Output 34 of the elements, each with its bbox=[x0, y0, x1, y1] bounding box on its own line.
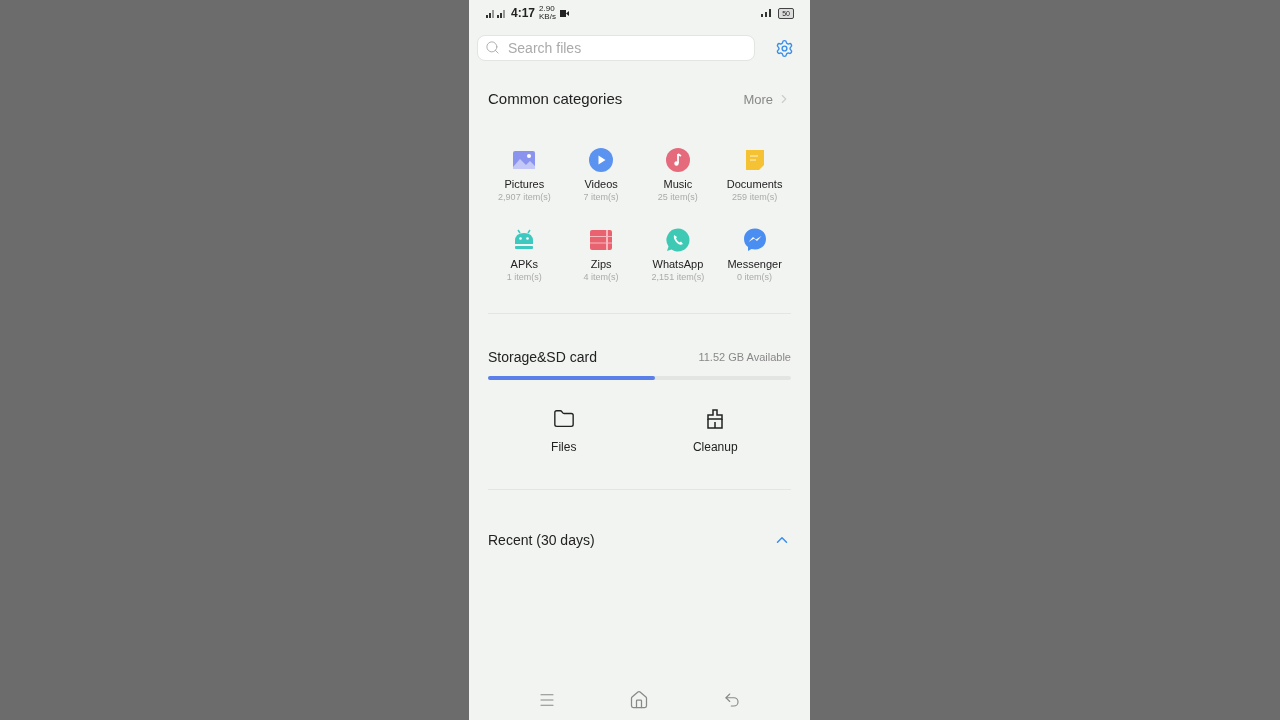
play-icon bbox=[588, 146, 615, 173]
signal-icon bbox=[485, 7, 507, 19]
settings-icon bbox=[775, 38, 794, 58]
folder-icon bbox=[552, 407, 575, 430]
back-arrow-icon bbox=[723, 691, 742, 709]
category-tile[interactable]: Videos 7 item(s) bbox=[562, 146, 640, 203]
status-time: 4:17 bbox=[511, 5, 536, 22]
category-tile[interactable]: Messenger 0 item(s) bbox=[716, 226, 793, 283]
settings-button[interactable] bbox=[775, 38, 794, 58]
video-camera-icon bbox=[559, 9, 569, 17]
menu-button[interactable] bbox=[537, 691, 556, 709]
chat-bubble-icon bbox=[741, 226, 768, 253]
storage-action[interactable]: Cleanup bbox=[692, 407, 738, 456]
search-icon bbox=[485, 40, 500, 55]
category-tile[interactable]: Zips 4 item(s) bbox=[562, 226, 640, 283]
network-speed: 2.90 bbox=[539, 5, 556, 13]
category-tile[interactable]: APKs 1 item(s) bbox=[486, 226, 563, 283]
storage-action[interactable]: Files bbox=[551, 407, 577, 456]
music-note-icon bbox=[664, 146, 691, 173]
section-title: Recent (30 days) bbox=[488, 530, 595, 550]
section-title: Storage&SD card bbox=[488, 347, 597, 367]
section-title: Common categories bbox=[488, 89, 623, 109]
home-button[interactable] bbox=[629, 690, 650, 710]
search-field[interactable]: Search files bbox=[477, 35, 755, 61]
home-icon bbox=[629, 690, 650, 710]
category-tile[interactable]: WhatsApp 2,151 item(s) bbox=[639, 226, 717, 283]
menu-icon bbox=[537, 691, 556, 709]
speed-unit: KB/s bbox=[539, 13, 556, 21]
back-button[interactable] bbox=[723, 691, 742, 709]
storage-available: 11.52 GB Available bbox=[698, 349, 791, 365]
category-tile[interactable]: Documents 259 item(s) bbox=[716, 146, 793, 203]
category-tile[interactable]: Music 25 item(s) bbox=[639, 146, 717, 203]
category-tile[interactable]: Pictures 2,907 item(s) bbox=[486, 146, 563, 203]
chat-phone-icon bbox=[664, 226, 691, 253]
